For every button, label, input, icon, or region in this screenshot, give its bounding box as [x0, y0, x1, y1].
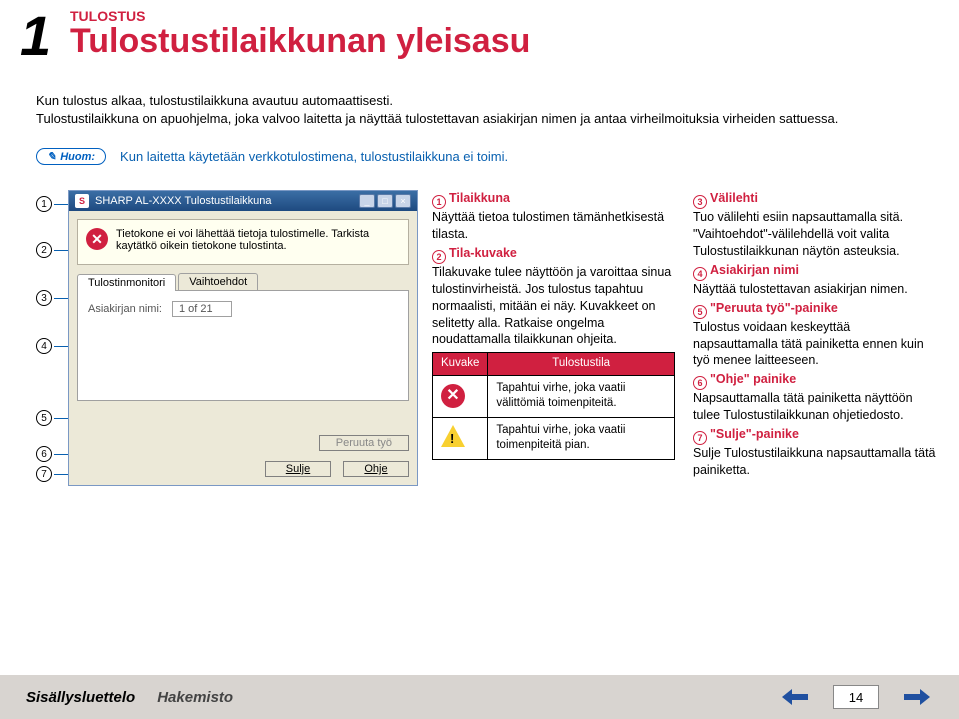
note-row: ✎ Huom: Kun laitetta käytetään verkkotul…: [36, 148, 926, 165]
help-button[interactable]: Ohje: [343, 461, 409, 477]
intro-text: Kun tulostus alkaa, tulostustilaikkuna a…: [36, 92, 926, 127]
desc-num-2: 2: [432, 250, 446, 264]
close-window-button[interactable]: Sulje: [265, 461, 331, 477]
toc-link[interactable]: Sisällysluettelo: [26, 689, 135, 706]
warning-icon: [441, 425, 465, 447]
desc-body-6: Napsauttamalla tätä painiketta näyttöön …: [693, 390, 936, 424]
tab-options[interactable]: Vaihtoehdot: [178, 273, 258, 290]
middle-content: 1 2 3 4 5 6 7 S SHARP AL-XXXX Tulostusti…: [36, 190, 936, 486]
desc-head-6: "Ohje" painike: [710, 372, 796, 386]
status-icon-table: Kuvake Tulostustila ✕ Tapahtui virhe, jo…: [432, 352, 675, 460]
desc-head-1: Tilaikkuna: [449, 191, 510, 205]
callout-6: 6: [36, 446, 52, 462]
callout-3: 3: [36, 290, 52, 306]
tab-bar: Tulostinmonitori Vaihtoehdot: [77, 273, 409, 291]
desc-num-1: 1: [432, 195, 446, 209]
description-columns: 1Tilaikkuna Näyttää tietoa tulostimen tä…: [432, 190, 936, 486]
cancel-job-button[interactable]: Peruuta työ: [319, 435, 409, 451]
desc-num-4: 4: [693, 267, 707, 281]
prev-page-button[interactable]: [779, 685, 811, 709]
error-icon: ✕: [86, 228, 108, 250]
desc-body-4: Näyttää tulostettavan asiakirjan nimen.: [693, 281, 936, 298]
desc-col-2: 3Välilehti Tuo välilehti esiin napsautta…: [693, 190, 936, 486]
desc-head-4: Asiakirjan nimi: [710, 263, 799, 277]
desc-head-7: "Sulje"-painike: [710, 427, 799, 441]
desc-body-1: Näyttää tietoa tulostimen tämänhetkisest…: [432, 209, 675, 243]
tbl-row-1: Tapahtui virhe, joka vaatii välittömiä t…: [488, 375, 675, 417]
status-message: Tietokone ei voi lähettää tietoja tulost…: [116, 228, 400, 252]
callout-5: 5: [36, 410, 52, 426]
minimize-button[interactable]: _: [359, 194, 375, 208]
desc-head-5: "Peruuta työ"-painike: [710, 301, 838, 315]
next-page-button[interactable]: [901, 685, 933, 709]
pencil-icon: ✎: [47, 150, 56, 163]
index-link[interactable]: Hakemisto: [157, 689, 233, 706]
tbl-head-icon: Kuvake: [433, 353, 488, 376]
page-number-box: 14: [833, 685, 879, 709]
page-title: Tulostustilaikkunan yleisasu: [70, 22, 530, 61]
note-text: Kun laitetta käytetään verkkotulostimena…: [120, 149, 508, 164]
desc-num-5: 5: [693, 305, 707, 319]
window-title: SHARP AL-XXXX Tulostustilaikkuna: [95, 195, 272, 207]
close-button[interactable]: ×: [395, 194, 411, 208]
left-column: 1 2 3 4 5 6 7 S SHARP AL-XXXX Tulostusti…: [36, 190, 418, 486]
maximize-button[interactable]: □: [377, 194, 393, 208]
callout-2: 2: [36, 242, 52, 258]
callout-numbers: 1 2 3 4 5 6 7: [36, 190, 62, 486]
desc-head-3: Välilehti: [710, 191, 758, 205]
print-status-window: S SHARP AL-XXXX Tulostustilaikkuna _ □ ×…: [68, 190, 418, 486]
desc-num-3: 3: [693, 195, 707, 209]
app-icon: S: [75, 194, 89, 208]
header: TULOSTUS Tulostustilaikkunan yleisasu: [70, 8, 530, 61]
tbl-head-status: Tulostustila: [488, 353, 675, 376]
desc-body-2: Tilakuvake tulee näyttöön ja varoittaa s…: [432, 264, 675, 348]
chapter-number: 1: [20, 8, 51, 64]
desc-col-1: 1Tilaikkuna Näyttää tietoa tulostimen tä…: [432, 190, 675, 486]
status-panel: ✕ Tietokone ei voi lähettää tietoja tulo…: [77, 219, 409, 265]
tbl-row-2: Tapahtui virhe, joka vaatii toimenpiteit…: [488, 417, 675, 459]
desc-body-5: Tulostus voidaan keskeyttää napsauttamal…: [693, 319, 936, 370]
error-icon: ✕: [441, 384, 465, 408]
window-titlebar[interactable]: S SHARP AL-XXXX Tulostustilaikkuna _ □ ×: [69, 191, 417, 211]
callout-7: 7: [36, 466, 52, 482]
tab-body: Asiakirjan nimi: 1 of 21: [77, 291, 409, 401]
note-badge: ✎ Huom:: [36, 148, 106, 165]
desc-num-7: 7: [693, 431, 707, 445]
desc-body-7: Sulje Tulostustilaikkuna napsauttamalla …: [693, 445, 936, 479]
intro-line-1: Kun tulostus alkaa, tulostustilaikkuna a…: [36, 92, 926, 110]
document-label: Asiakirjan nimi:: [88, 303, 162, 315]
desc-body-3: Tuo välilehti esiin napsauttamalla sitä.…: [693, 209, 936, 260]
callout-1: 1: [36, 196, 52, 212]
desc-head-2: Tila-kuvake: [449, 246, 517, 260]
arrow-left-icon: [780, 686, 810, 708]
footer-bar: Sisällysluettelo Hakemisto 14: [0, 675, 959, 719]
callout-4: 4: [36, 338, 52, 354]
intro-line-2: Tulostustilaikkuna on apuohjelma, joka v…: [36, 110, 926, 128]
arrow-right-icon: [902, 686, 932, 708]
document-value: 1 of 21: [172, 301, 232, 317]
note-badge-label: Huom:: [60, 151, 95, 163]
tab-monitor[interactable]: Tulostinmonitori: [77, 274, 176, 291]
desc-num-6: 6: [693, 376, 707, 390]
